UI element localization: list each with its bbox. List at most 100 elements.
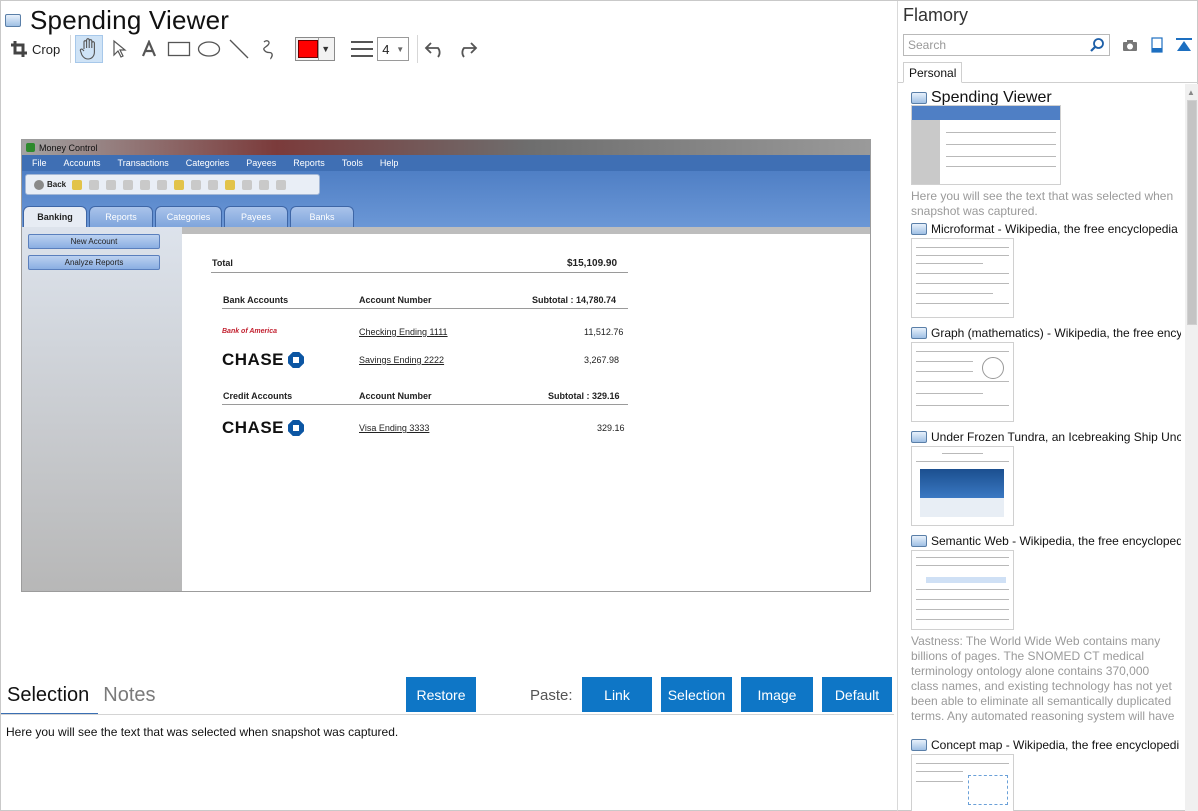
account-amount: 329.16 <box>597 423 625 433</box>
tab-selection[interactable]: Selection <box>7 684 89 707</box>
color-swatch <box>298 40 319 58</box>
credit-subtotal: Subtotal : 329.16 <box>548 391 620 401</box>
list-item-title: Semantic Web - Wikipedia, the free encyc… <box>911 534 1181 548</box>
list-item-thumbnail <box>911 342 1014 422</box>
back-arrow-icon <box>34 179 44 190</box>
list-item[interactable]: Graph (mathematics) - Wikipedia, the fre… <box>911 326 1181 422</box>
mc-tool-icon <box>225 179 236 190</box>
select-tool-button[interactable] <box>105 35 133 63</box>
paste-image-button[interactable]: Image <box>741 677 813 712</box>
mc-tool-icon <box>123 179 134 190</box>
list-item[interactable]: Spending Viewer Here you will see the te… <box>911 89 1181 219</box>
crop-button[interactable]: Crop <box>7 35 64 63</box>
hand-tool-button[interactable] <box>75 35 104 63</box>
scroll-up-icon[interactable]: ▲ <box>1187 88 1195 97</box>
color-picker[interactable]: ▼ <box>295 37 336 61</box>
list-item-title: Under Frozen Tundra, an Icebreaking Ship… <box>911 430 1181 444</box>
list-item[interactable]: Semantic Web - Wikipedia, the free encyc… <box>911 534 1181 724</box>
mc-analyze-reports-button: Analyze Reports <box>28 255 160 270</box>
mc-tool-icon <box>191 179 202 190</box>
rectangle-icon <box>168 41 191 57</box>
mc-main-panel: Total $15,109.90 Bank Accounts Account N… <box>182 234 870 591</box>
snapshot-icon <box>911 327 927 339</box>
rectangle-tool-button[interactable] <box>165 35 193 63</box>
mc-menu-tools: Tools <box>341 158 363 168</box>
toolbar-divider <box>70 35 72 63</box>
crop-icon <box>11 41 27 57</box>
pointer-icon <box>113 39 127 58</box>
line-width-select[interactable]: 4 ▼ <box>377 37 410 61</box>
mc-tab-banks: Banks <box>290 206 354 227</box>
line-width-icon <box>351 41 374 57</box>
ellipse-tool-button[interactable] <box>195 35 223 63</box>
toolbar-divider <box>417 35 419 63</box>
redo-icon <box>461 42 478 58</box>
line-width-picker[interactable]: 4 ▼ <box>351 37 410 61</box>
text-tool-button[interactable] <box>135 35 163 63</box>
line-icon <box>229 39 249 59</box>
list-item[interactable]: Microformat - Wikipedia, the free encycl… <box>911 222 1181 318</box>
annotation-toolbar: Crop ▼ 4 ▼ <box>7 34 482 64</box>
title-row: Spending Viewer <box>5 5 229 35</box>
account-amount: 3,267.98 <box>584 355 620 365</box>
ellipse-icon <box>198 41 221 57</box>
search-placeholder: Search <box>908 38 947 52</box>
camera-icon[interactable] <box>1121 36 1139 54</box>
bank-accounts-header: Bank Accounts <box>223 295 289 305</box>
mc-back-label: Back <box>47 180 67 189</box>
mc-tool-icon <box>89 179 100 190</box>
search-input[interactable]: Search <box>903 34 1110 56</box>
redo-button[interactable] <box>452 35 480 63</box>
paste-link-button[interactable]: Link <box>582 677 652 712</box>
bank-account-number-header: Account Number <box>359 295 432 305</box>
flamory-panel: Flamory Search Personal Spending Viewer … <box>897 1 1198 811</box>
collapse-top-icon[interactable] <box>1175 36 1193 54</box>
tab-notes[interactable]: Notes <box>103 684 155 707</box>
account-link: Savings Ending 2222 <box>359 355 445 365</box>
mc-title-bar: Money Control <box>22 140 870 155</box>
mc-tool-icon <box>72 179 83 190</box>
mc-toolbar: Back <box>25 174 320 195</box>
mc-new-account-button: New Account <box>28 234 160 249</box>
scrollbar-thumb[interactable] <box>1187 100 1197 325</box>
list-item[interactable]: Concept map - Wikipedia, the free encycl… <box>911 738 1181 811</box>
line-tool-button[interactable] <box>225 35 253 63</box>
collection-tabs: Personal <box>898 62 1198 83</box>
list-item[interactable]: Under Frozen Tundra, an Icebreaking Ship… <box>911 430 1181 526</box>
bank-subtotal: Subtotal : 14,780.74 <box>532 295 617 305</box>
account-link: Checking Ending 1111 <box>359 327 448 337</box>
flamory-title: Flamory <box>903 5 969 25</box>
scrollbar[interactable]: ▲ <box>1185 84 1198 811</box>
list-item-title: Concept map - Wikipedia, the free encycl… <box>911 738 1181 752</box>
snapshot-icon <box>911 223 927 235</box>
chevron-down-icon: ▼ <box>396 44 405 54</box>
list-item-thumbnail <box>911 754 1014 811</box>
mc-tab-categories: Categories <box>155 206 222 227</box>
paste-selection-button[interactable]: Selection <box>661 677 732 712</box>
total-value: $15,109.90 <box>567 258 618 269</box>
restore-button[interactable]: Restore <box>406 677 476 712</box>
snapshot-image[interactable]: Money Control File Accounts Transactions… <box>21 139 871 592</box>
chase-logo: CHASE <box>222 350 305 370</box>
document-icon[interactable] <box>1148 36 1166 54</box>
snapshot-icon <box>911 535 927 547</box>
mc-tool-icon <box>106 179 117 190</box>
freehand-tool-button[interactable] <box>255 35 283 63</box>
snapshot-icon <box>911 739 927 751</box>
paste-label: Paste: <box>530 687 573 704</box>
search-icon[interactable] <box>1089 37 1105 53</box>
paste-default-button[interactable]: Default <box>822 677 892 712</box>
mc-tool-icon <box>259 179 270 190</box>
tab-personal[interactable]: Personal <box>903 62 963 83</box>
account-amount: 11,512.76 <box>584 327 624 337</box>
list-item-thumbnail <box>911 446 1014 526</box>
mc-tool-icon <box>276 179 287 190</box>
undo-button[interactable] <box>422 35 450 63</box>
divider <box>1 714 894 715</box>
chase-octagon-icon <box>288 420 305 436</box>
text-icon <box>142 40 157 57</box>
snapshot-icon <box>911 431 927 443</box>
selection-pane: Selection Notes Restore Paste: Link Sele… <box>1 676 896 811</box>
item-title-text: Microformat - Wikipedia, the free encycl… <box>931 222 1178 236</box>
snapshot-icon <box>911 92 927 104</box>
